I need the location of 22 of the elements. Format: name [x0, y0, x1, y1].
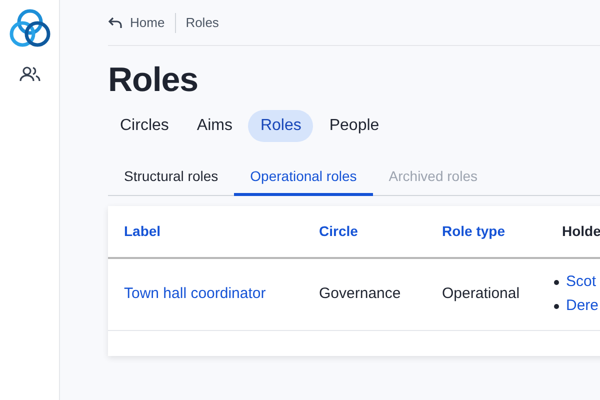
back-arrow-icon: [108, 17, 122, 29]
breadcrumb-link[interactable]: Home: [130, 13, 165, 33]
column-header: Holde: [562, 223, 600, 239]
nav-tab[interactable]: Aims: [184, 110, 244, 142]
page-title: Roles: [108, 60, 200, 100]
bullet-icon: [554, 304, 559, 309]
column-sort-link[interactable]: Label: [124, 223, 161, 239]
section-tab[interactable]: Structural roles: [108, 160, 234, 196]
table-cell: Governance: [319, 285, 401, 302]
holder-link[interactable]: Scot: [566, 270, 596, 294]
column-sort-link[interactable]: Circle: [319, 223, 358, 239]
people-icon[interactable]: [18, 65, 40, 83]
role-link[interactable]: Town hall coordinator: [124, 285, 266, 302]
bullet-icon: [554, 280, 559, 284]
nav-tab[interactable]: People: [317, 110, 392, 142]
section-tab[interactable]: Operational roles: [234, 160, 373, 196]
table-cell: Operational: [442, 285, 520, 302]
breadcrumb-link[interactable]: Roles: [186, 13, 219, 33]
column-sort-link[interactable]: Role type: [442, 223, 506, 239]
nav-tab[interactable]: Roles: [248, 110, 314, 142]
holder-link[interactable]: Dere: [566, 295, 599, 318]
nav-tab[interactable]: Circles: [108, 110, 181, 142]
